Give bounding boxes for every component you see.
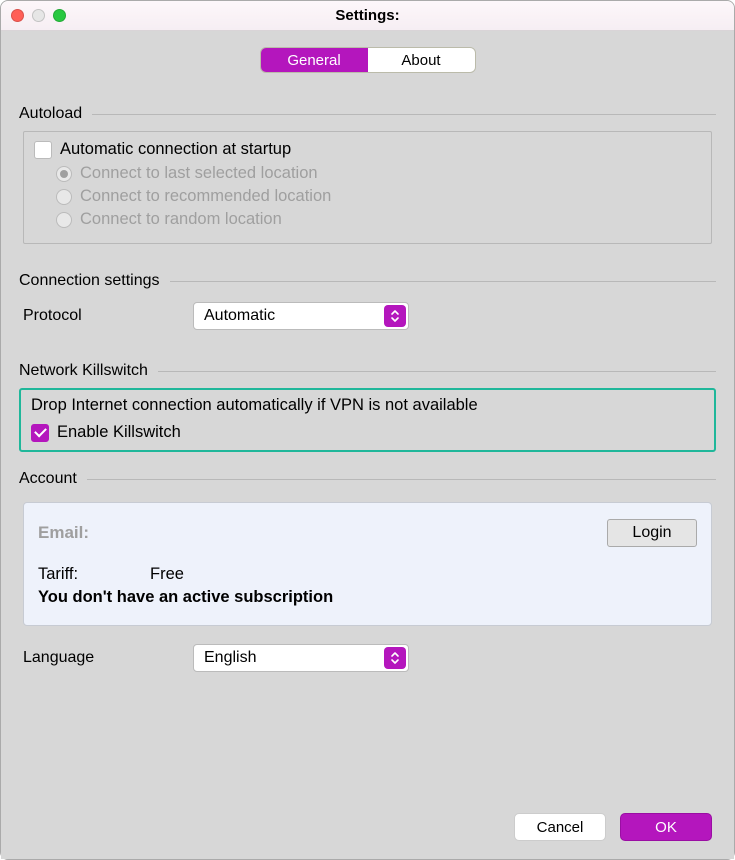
killswitch-description: Drop Internet connection automatically i…	[31, 396, 704, 415]
chevron-updown-icon	[384, 305, 406, 327]
language-value: English	[204, 649, 256, 667]
tariff-label: Tariff:	[38, 565, 78, 584]
minimize-window-button[interactable]	[32, 9, 45, 22]
subscription-status: You don't have an active subscription	[38, 588, 697, 607]
killswitch-highlight: Drop Internet connection automatically i…	[19, 388, 716, 452]
autoload-radio-label: Connect to last selected location	[80, 164, 318, 183]
killswitch-checkbox[interactable]	[31, 424, 49, 442]
tariff-value: Free	[150, 565, 184, 584]
protocol-label: Protocol	[23, 307, 193, 325]
tab-segment: General About	[260, 47, 476, 73]
section-killswitch-label: Network Killswitch	[19, 362, 148, 380]
divider	[158, 371, 716, 372]
autoload-radio-1[interactable]	[56, 189, 72, 205]
section-account-label: Account	[19, 470, 77, 488]
language-select[interactable]: English	[193, 644, 409, 672]
autoload-group: Automatic connection at startup Connect …	[23, 131, 712, 244]
email-label: Email:	[38, 523, 89, 543]
killswitch-checkbox-label: Enable Killswitch	[57, 423, 181, 442]
autoload-radio-0[interactable]	[56, 166, 72, 182]
zoom-window-button[interactable]	[53, 9, 66, 22]
language-label: Language	[23, 649, 193, 667]
chevron-updown-icon	[384, 647, 406, 669]
tab-about[interactable]: About	[368, 48, 475, 72]
section-connection-label: Connection settings	[19, 272, 160, 290]
login-button[interactable]: Login	[607, 519, 697, 547]
protocol-select[interactable]: Automatic	[193, 302, 409, 330]
protocol-value: Automatic	[204, 307, 275, 325]
window-title: Settings:	[11, 7, 724, 24]
titlebar: Settings:	[1, 1, 734, 31]
close-window-button[interactable]	[11, 9, 24, 22]
divider	[92, 114, 716, 115]
autoload-checkbox[interactable]	[34, 141, 52, 159]
account-panel: Email: Login Tariff: Free You don't have…	[23, 502, 712, 626]
ok-button[interactable]: OK	[620, 813, 712, 841]
autoload-radio-label: Connect to recommended location	[80, 187, 331, 206]
autoload-radio-label: Connect to random location	[80, 210, 282, 229]
divider	[170, 281, 716, 282]
divider	[87, 479, 716, 480]
cancel-button[interactable]: Cancel	[514, 813, 606, 841]
section-autoload-label: Autoload	[19, 105, 82, 123]
autoload-checkbox-label: Automatic connection at startup	[60, 140, 291, 159]
tab-general[interactable]: General	[261, 48, 368, 72]
autoload-radio-2[interactable]	[56, 212, 72, 228]
